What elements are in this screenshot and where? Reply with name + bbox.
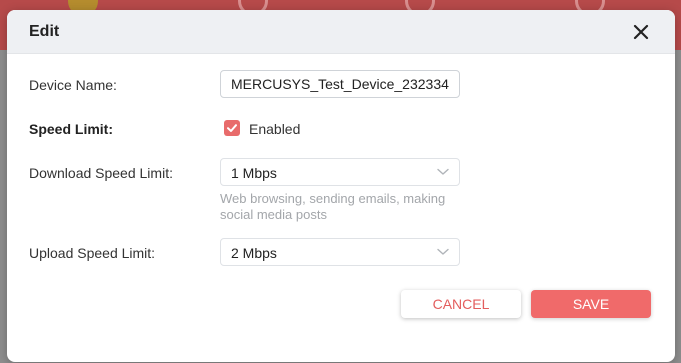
dialog-header: Edit [7,10,675,54]
checkmark-icon [224,120,240,136]
download-speed-hint: Web browsing, sending emails, making soc… [220,191,446,222]
dialog-title: Edit [29,23,60,40]
upload-speed-value: 2 Mbps [231,245,277,261]
speed-limit-label: Speed Limit: [29,121,114,137]
cancel-button[interactable]: CANCEL [401,290,521,318]
close-icon [631,22,651,42]
close-button[interactable] [631,22,651,42]
edit-dialog: Edit Device Name: Speed Limit: Enabled D… [7,10,675,362]
speed-limit-checkbox[interactable] [224,120,240,136]
device-name-label: Device Name: [29,77,117,93]
speed-limit-enabled-label[interactable]: Enabled [249,121,300,137]
chevron-down-icon [437,248,449,256]
device-name-input[interactable] [220,70,460,98]
upload-speed-select[interactable]: 2 Mbps [220,238,460,266]
download-speed-value: 1 Mbps [231,165,277,181]
chevron-down-icon [437,168,449,176]
download-speed-select[interactable]: 1 Mbps [220,158,460,186]
save-button[interactable]: SAVE [531,290,651,318]
upload-speed-limit-label: Upload Speed Limit: [29,245,156,261]
download-speed-limit-label: Download Speed Limit: [29,165,173,181]
